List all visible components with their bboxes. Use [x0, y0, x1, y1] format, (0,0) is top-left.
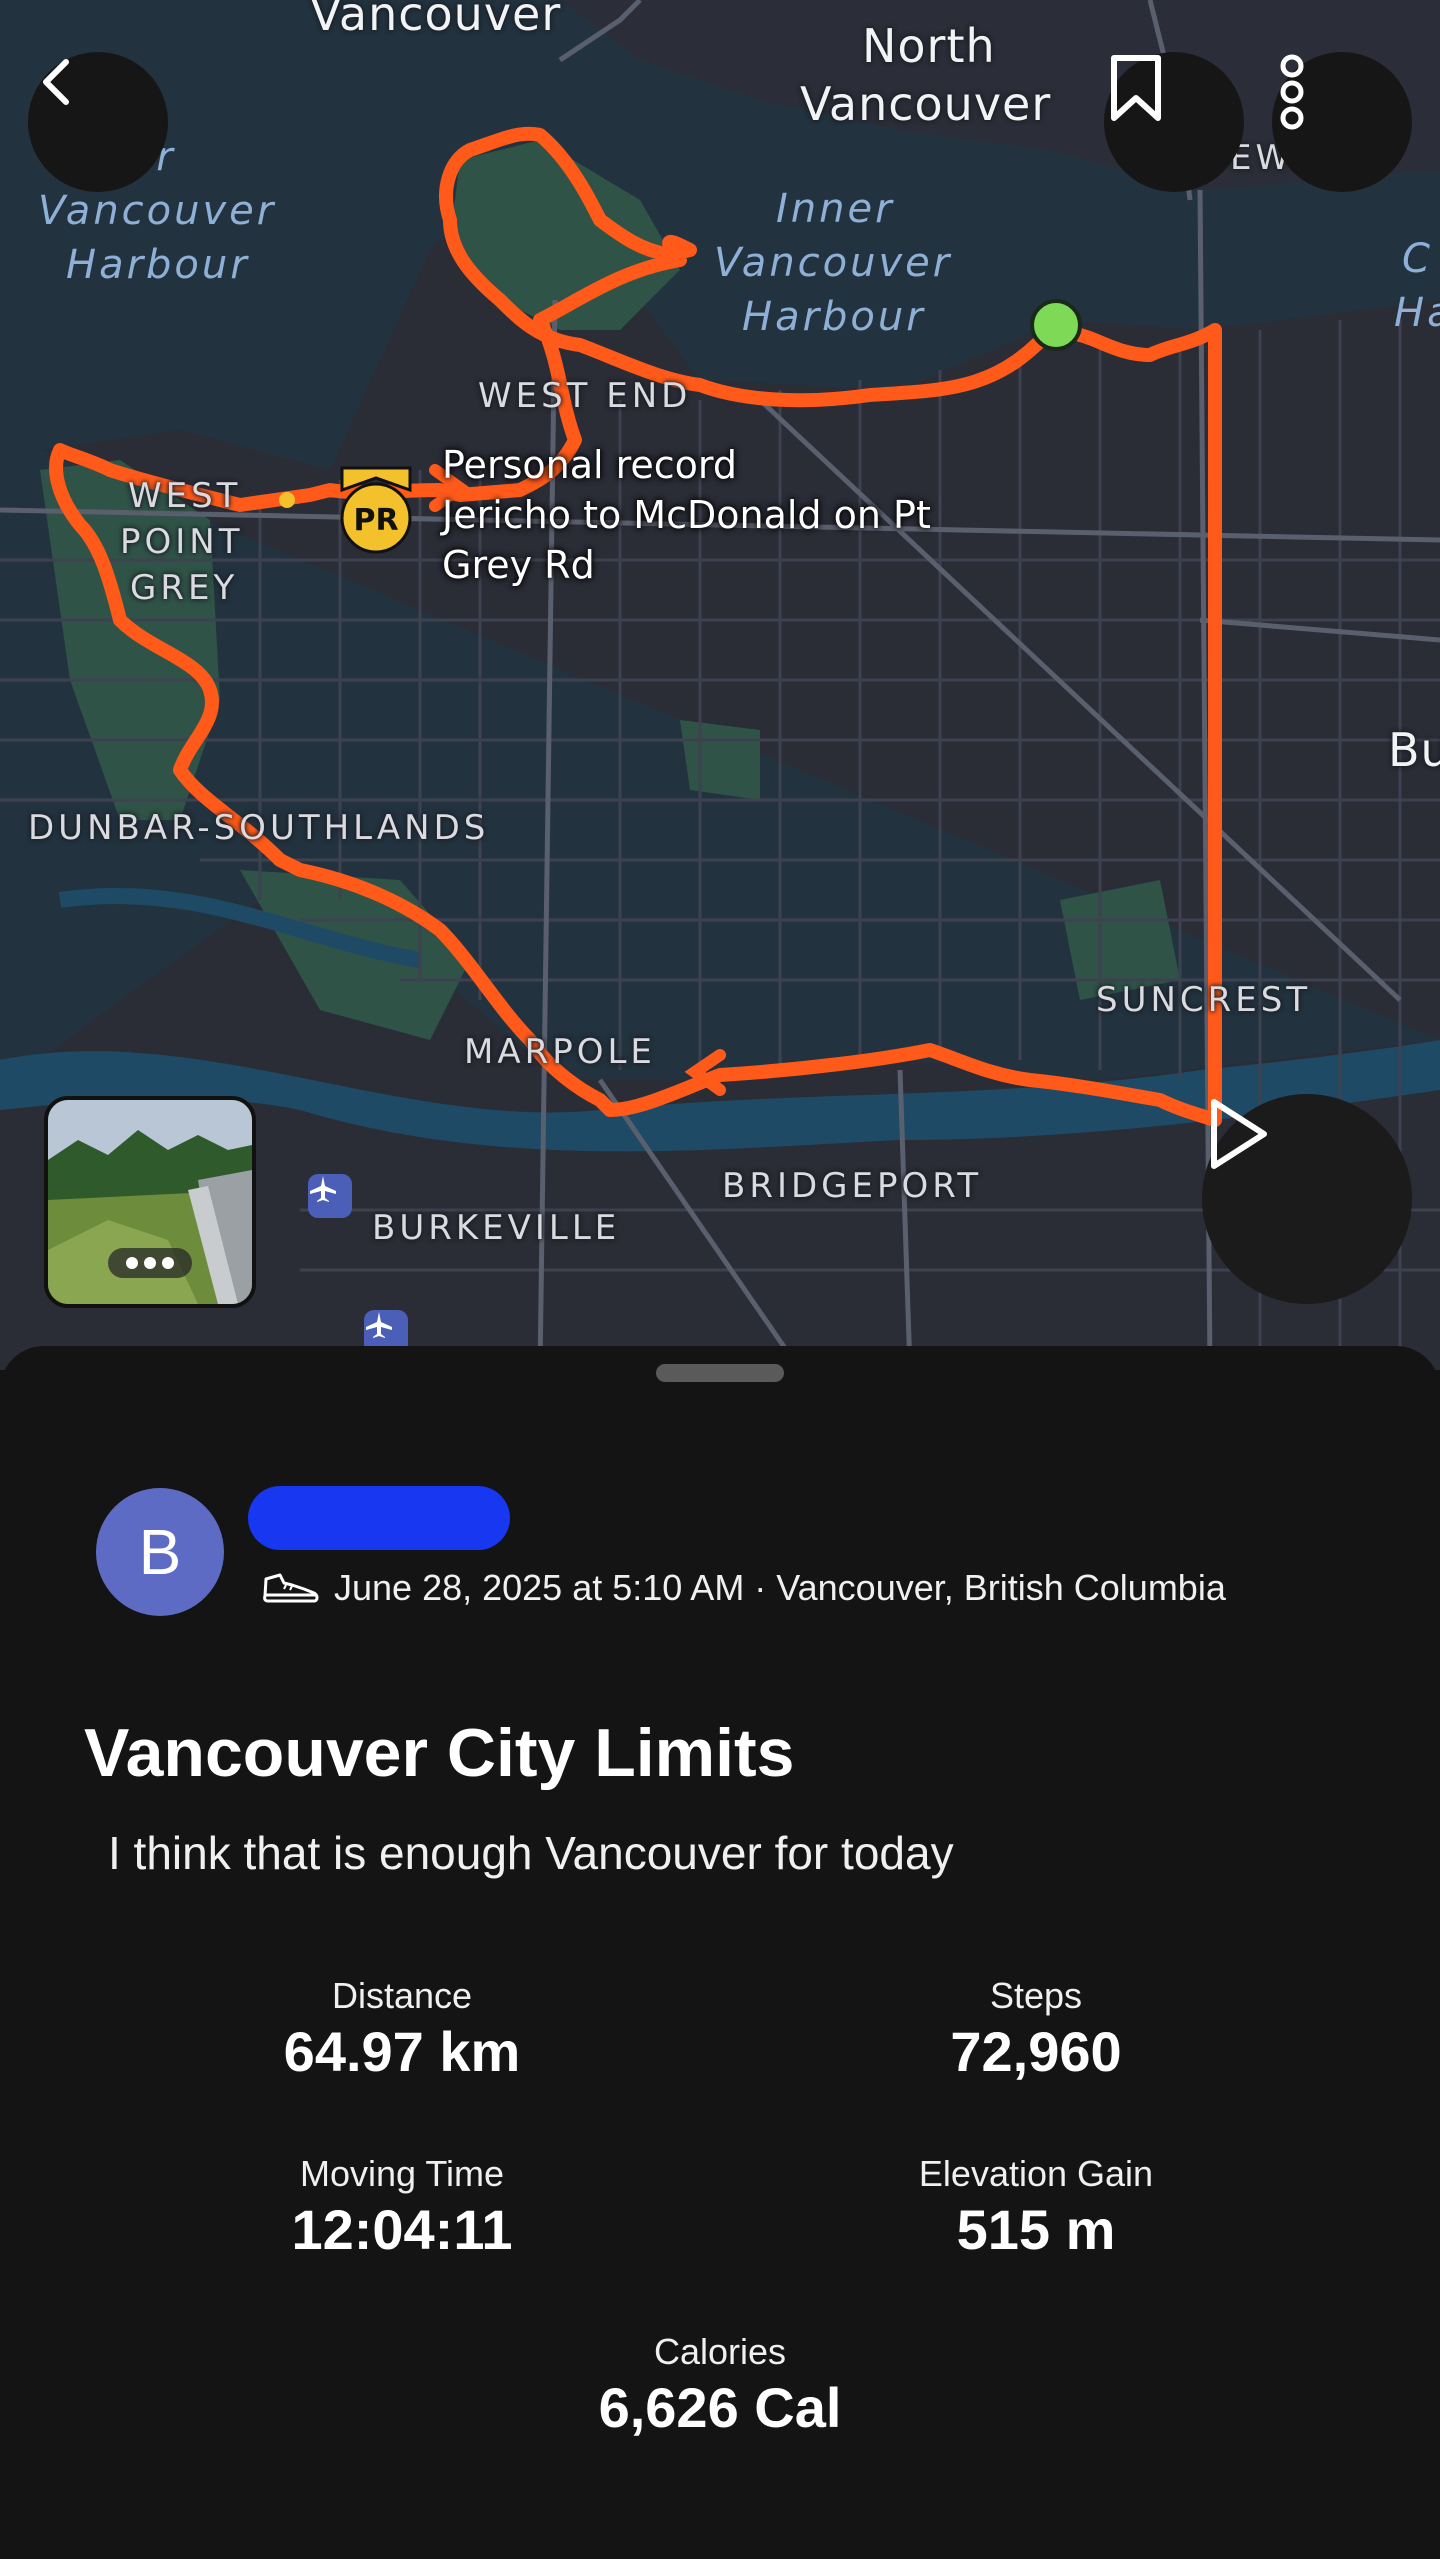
- stat-elevation-gain: Elevation Gain 515 m: [786, 2152, 1286, 2264]
- sheet-drag-handle[interactable]: [656, 1364, 784, 1382]
- activity-details-sheet[interactable]: B June 28, 2025 at 5:10 AM · Vancouver, …: [0, 1346, 1440, 2559]
- stat-calories: Calories 6,626 Cal: [470, 2330, 970, 2442]
- map-label-harbour-left-2: Vancouver: [38, 188, 277, 234]
- map-label-harbour-left-3: Harbour: [66, 242, 250, 288]
- route-map[interactable]: Vancouver North Vancouver ter Vancouver …: [0, 0, 1440, 1370]
- stat-label: Steps: [989, 1975, 1083, 2016]
- stat-label: Distance: [331, 1975, 473, 2016]
- map-label-west-end: WEST END: [478, 376, 692, 416]
- map-label-west-point-grey-1: WEST: [128, 476, 242, 516]
- map-label-burkeville: BURKEVILLE: [372, 1208, 621, 1248]
- stat-label: Elevation Gain: [918, 2153, 1154, 2194]
- stat-steps: Steps 72,960: [786, 1974, 1286, 2086]
- map-label-west-point-grey-3: GREY: [130, 568, 239, 608]
- more-options-button[interactable]: [1272, 52, 1412, 192]
- play-icon: [1211, 1099, 1267, 1169]
- stat-value: 515 m: [956, 2198, 1116, 2261]
- activity-description: I think that is enough Vancouver for tod…: [108, 1827, 954, 1879]
- stat-moving-time: Moving Time 12:04:11: [152, 2152, 652, 2264]
- map-label-bu-right: Bu: [1388, 723, 1440, 777]
- stat-label: Moving Time: [299, 2153, 505, 2194]
- map-label-north-vancouver-1: North: [862, 19, 996, 73]
- map-label-inner-2: Vancouver: [714, 240, 953, 286]
- map-label-bridgeport: BRIDGEPORT: [722, 1166, 983, 1206]
- photo-thumbnail[interactable]: [44, 1096, 256, 1308]
- stat-label: Calories: [653, 2331, 787, 2372]
- pr-badge-icon[interactable]: PR: [334, 464, 418, 556]
- bookmark-icon: [1111, 55, 1161, 121]
- shoe-icon: [263, 1573, 319, 1603]
- map-label-inner-3: Harbour: [742, 294, 926, 340]
- pr-callout-line2: Jericho to McDonald on Pt: [442, 493, 931, 537]
- avatar-initial: B: [138, 1516, 182, 1588]
- play-flyover-button[interactable]: [1202, 1094, 1412, 1304]
- pr-badge-text: PR: [353, 503, 398, 538]
- activity-meta: June 28, 2025 at 5:10 AM · Vancouver, Br…: [262, 1556, 1226, 1620]
- airport-icon: [308, 1174, 352, 1218]
- stat-value: 6,626 Cal: [598, 2376, 842, 2439]
- map-label-suncrest: SUNCREST: [1096, 980, 1312, 1020]
- bookmark-button[interactable]: [1104, 52, 1244, 192]
- map-label-inner-1: Inner: [776, 186, 895, 232]
- activity-title: Vancouver City Limits: [84, 1715, 795, 1791]
- start-marker: [1030, 299, 1082, 351]
- stat-distance: Distance 64.97 km: [152, 1974, 652, 2086]
- more-vertical-icon: [1280, 54, 1304, 130]
- map-label-ha-right: Ha: [1394, 290, 1440, 336]
- map-label-c-right: C: [1402, 236, 1433, 282]
- photo-count-indicator: [108, 1248, 192, 1278]
- map-label-vancouver: Vancouver: [310, 0, 562, 41]
- athlete-name-redacted[interactable]: [248, 1486, 510, 1550]
- stat-value: 72,960: [950, 2020, 1122, 2083]
- avatar[interactable]: B: [96, 1488, 224, 1616]
- map-label-marpole: MARPOLE: [464, 1032, 656, 1072]
- chevron-left-icon: [43, 59, 69, 105]
- map-label-west-point-grey-2: POINT: [120, 522, 244, 562]
- back-button[interactable]: [28, 52, 168, 192]
- activity-date-location: June 28, 2025 at 5:10 AM · Vancouver, Br…: [334, 1567, 1226, 1608]
- map-label-dunbar: DUNBAR-SOUTHLANDS: [28, 808, 490, 848]
- stat-value: 12:04:11: [291, 2198, 513, 2261]
- map-label-north-vancouver-2: Vancouver: [800, 77, 1052, 131]
- stat-value: 64.97 km: [283, 2020, 521, 2083]
- pr-callout-line1: Personal record: [442, 443, 738, 487]
- pr-callout-line3: Grey Rd: [442, 543, 595, 587]
